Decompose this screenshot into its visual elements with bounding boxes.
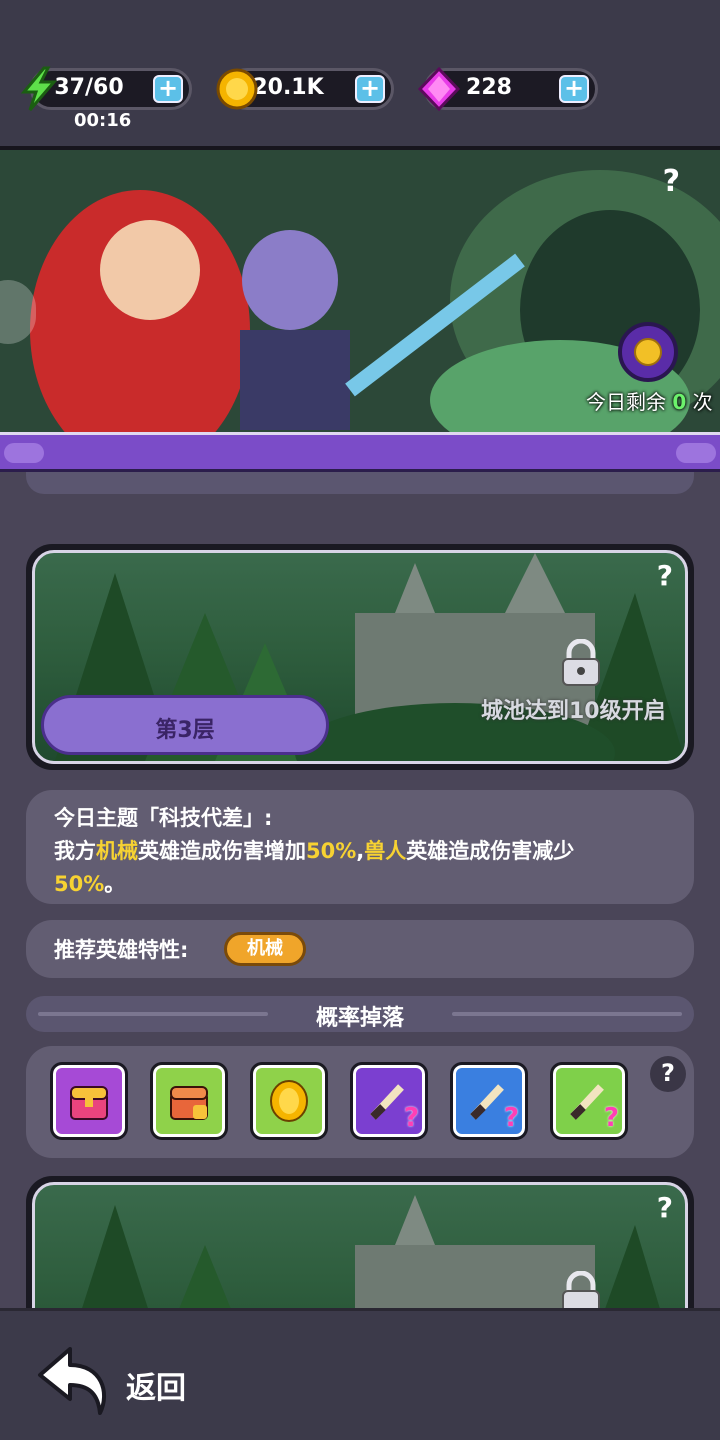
orange-chest-icon [170, 1086, 208, 1120]
drop-item-blue-weapon[interactable]: ? [450, 1062, 528, 1140]
back-arrow-icon[interactable] [36, 1341, 116, 1421]
theme-title: 今日主题「科技代差」: [54, 806, 273, 830]
drop-item-purple-chest[interactable] [50, 1062, 128, 1140]
theme-line-2: 50%。 [54, 872, 126, 896]
floor-card[interactable]: ? 城池达到10级开启 第3层 [26, 544, 694, 770]
gold-coin-icon [270, 1080, 308, 1122]
back-button[interactable]: 返回 [126, 1363, 186, 1407]
floor-help-button[interactable]: ? [657, 559, 673, 592]
bottom-bar: 返回 [0, 1308, 720, 1440]
next-floor-card[interactable]: ? [26, 1176, 694, 1308]
drop-rate-title: 概率掉落 [315, 1006, 404, 1031]
next-lock-icon [562, 1271, 600, 1308]
medal-icon[interactable] [618, 322, 678, 382]
drop-rate-header: 概率掉落 [26, 996, 694, 1032]
energy-timer: 00:16 [74, 110, 132, 131]
floor-label-button[interactable]: 第3层 [41, 695, 329, 755]
lock-icon [562, 639, 600, 686]
resource-bar: 37/60 + 00:16 20.1K + 228 + [0, 0, 720, 146]
coin-icon [216, 68, 258, 110]
add-gems-button[interactable]: + [559, 75, 589, 103]
recommended-trait-label: 推荐英雄特性: [54, 938, 189, 962]
previous-card-edge [26, 472, 694, 494]
daily-theme-box: 今日主题「科技代差」: 我方机械英雄造成伤害增加50%,兽人英雄造成伤害减少 5… [26, 790, 694, 904]
drop-item-green-weapon[interactable]: ? [550, 1062, 628, 1140]
gem-icon [417, 66, 461, 112]
theme-line-1: 我方机械英雄造成伤害增加50%,兽人英雄造成伤害减少 [54, 839, 575, 863]
drop-item-purple-weapon[interactable]: ? [350, 1062, 428, 1140]
event-banner: ? 今日剩余 0 次 [0, 146, 720, 432]
drop-item-orange-chest[interactable] [150, 1062, 228, 1140]
drop-item-gold-coin[interactable] [250, 1062, 328, 1140]
next-floor-help-button[interactable]: ? [657, 1191, 673, 1224]
add-coins-button[interactable]: + [355, 75, 385, 103]
floor-list[interactable]: ? 城池达到10级开启 第3层 今日主题「科技代差」: 我方机械英雄造成伤害增加… [0, 472, 720, 1308]
banner-help-button[interactable]: ? [663, 164, 680, 199]
daily-remaining-count: 0 [672, 390, 687, 414]
lightning-icon [20, 66, 58, 111]
banner-divider [0, 432, 720, 472]
recommended-trait-box: 推荐英雄特性: 机械 [26, 920, 694, 978]
daily-remaining-text: 今日剩余 0 次 [586, 390, 713, 414]
drop-help-button[interactable]: ? [650, 1056, 686, 1092]
trait-badge[interactable]: 机械 [224, 932, 306, 966]
add-energy-button[interactable]: + [153, 75, 183, 103]
purple-chest-icon [70, 1086, 108, 1120]
floor-label: 第3层 [155, 718, 215, 743]
floor-lock-text: 城池达到10级开启 [481, 699, 666, 724]
drop-items-box: ? ? ? ? [26, 1046, 694, 1158]
